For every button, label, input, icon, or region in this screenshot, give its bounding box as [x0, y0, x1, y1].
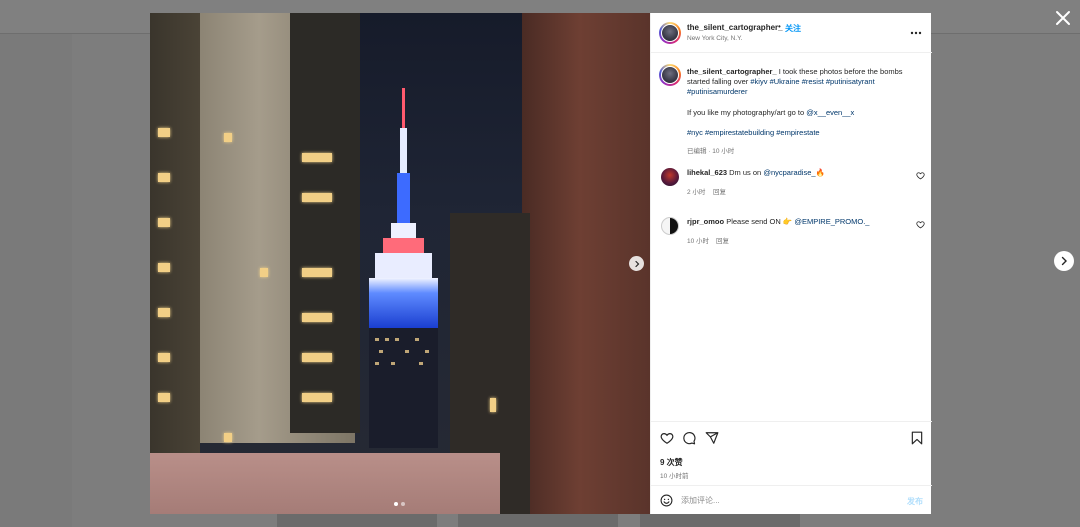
comment-text: Dm us on — [729, 168, 762, 177]
lit-window — [260, 268, 268, 277]
bookmark-icon[interactable] — [910, 431, 924, 445]
hashtag-link[interactable]: #Ukraine — [770, 77, 800, 86]
hashtag-link[interactable]: #empirestatebuilding — [705, 128, 774, 137]
pointing-emoji: 👉 — [782, 217, 793, 226]
lit-window — [158, 393, 170, 402]
comment-username[interactable]: rjpr_omoo — [687, 217, 724, 226]
background-sidebar — [0, 34, 72, 527]
carousel-dot-active — [394, 502, 398, 506]
photo-next-button[interactable] — [629, 256, 644, 271]
likes-count[interactable]: 9 次赞 — [660, 457, 683, 468]
more-options-icon[interactable] — [909, 26, 923, 40]
lit-window — [224, 433, 232, 442]
comment-avatar[interactable] — [661, 168, 679, 186]
post-caption: the_silent_cartographer_ I took these ph… — [687, 67, 923, 148]
reply-button[interactable]: 回复 — [716, 235, 729, 245]
photo-building — [150, 453, 500, 514]
lit-window — [302, 153, 332, 162]
lit-window — [490, 398, 496, 412]
background-thumbnail — [277, 514, 437, 527]
mention-link[interactable]: @x__even__x — [806, 108, 854, 117]
action-bar: 9 次赞 10 小时前 发布 — [651, 421, 932, 513]
background-thumbnail — [458, 514, 618, 527]
post-modal: the_silent_cartographer_ • 关注 New York C… — [150, 13, 932, 514]
hashtag-link[interactable]: #nyc — [687, 128, 703, 137]
close-button[interactable] — [1050, 5, 1076, 31]
caption-username[interactable]: the_silent_cartographer_ — [687, 67, 777, 76]
comment-username[interactable]: lihekal_623 — [687, 168, 727, 177]
mention-link[interactable]: @nycparadise_ — [763, 168, 815, 177]
lit-window — [158, 353, 170, 362]
follow-button[interactable]: 关注 — [785, 23, 801, 34]
post-side-panel: the_silent_cartographer_ • 关注 New York C… — [650, 13, 932, 514]
lit-window — [302, 353, 332, 362]
chevron-right-icon — [634, 260, 639, 267]
post-timestamp: 10 小时前 — [660, 473, 689, 480]
comment-text: Please send ON — [726, 217, 781, 226]
comment-like-icon[interactable] — [916, 171, 925, 180]
hashtag-link[interactable]: #resist — [802, 77, 824, 86]
post-comment-button[interactable]: 发布 — [907, 496, 923, 507]
comment-item: rjpr_omoo Please send ON 👉 @EMPIRE_PROMO… — [687, 217, 913, 227]
comment-item: lihekal_623 Dm us on @nycparadise_🔥 — [687, 168, 913, 178]
caption-meta: 已编辑 · 10 小时 — [687, 148, 735, 155]
hashtag-link[interactable]: #empirestate — [776, 128, 819, 137]
next-post-button[interactable] — [1054, 251, 1074, 271]
header-username[interactable]: the_silent_cartographer_ — [687, 23, 783, 32]
comment-icon[interactable] — [682, 431, 696, 445]
hashtag-link[interactable]: #kiyv — [750, 77, 767, 86]
background-thumbnail — [640, 514, 800, 527]
mention-link[interactable]: @EMPIRE_PROMO._ — [794, 217, 869, 226]
post-photo — [150, 13, 650, 514]
carousel-indicator — [394, 502, 405, 506]
lit-window — [158, 263, 170, 272]
hashtag-link[interactable]: #putinisatyrant — [826, 77, 875, 86]
add-comment-input[interactable] — [681, 493, 891, 508]
heart-icon[interactable] — [660, 431, 674, 445]
lit-window — [302, 393, 332, 402]
lit-window — [302, 313, 332, 322]
location-link[interactable]: New York City, N.Y. — [687, 35, 742, 42]
separator-dot: • — [778, 22, 781, 31]
lit-window — [158, 218, 170, 227]
close-icon — [1056, 11, 1070, 25]
hashtag-link[interactable]: #putinisamurderer — [687, 87, 747, 96]
comment-time: 10 小时 — [687, 238, 710, 245]
empire-state-building — [369, 88, 438, 448]
reply-button[interactable]: 回复 — [713, 186, 726, 196]
lit-window — [302, 193, 332, 202]
lit-window — [224, 133, 232, 142]
chevron-right-icon — [1061, 256, 1067, 266]
share-icon[interactable] — [705, 431, 719, 445]
add-comment-row: 发布 — [651, 485, 932, 514]
comment-like-icon[interactable] — [916, 220, 925, 229]
lit-window — [158, 128, 170, 137]
carousel-dot — [401, 502, 405, 506]
caption-text: If you like my photography/art go to — [687, 107, 805, 117]
avatar[interactable] — [659, 22, 681, 44]
comment-avatar[interactable] — [661, 217, 679, 235]
fire-emoji: 🔥 — [815, 168, 825, 177]
photo-building — [290, 13, 360, 433]
lit-window — [158, 173, 170, 182]
emoji-icon[interactable] — [660, 494, 673, 507]
lit-window — [302, 268, 332, 277]
comment-time: 2 小时 — [687, 189, 706, 196]
lit-window — [158, 308, 170, 317]
caption-avatar[interactable] — [659, 64, 681, 86]
post-header: the_silent_cartographer_ • 关注 New York C… — [651, 13, 932, 53]
